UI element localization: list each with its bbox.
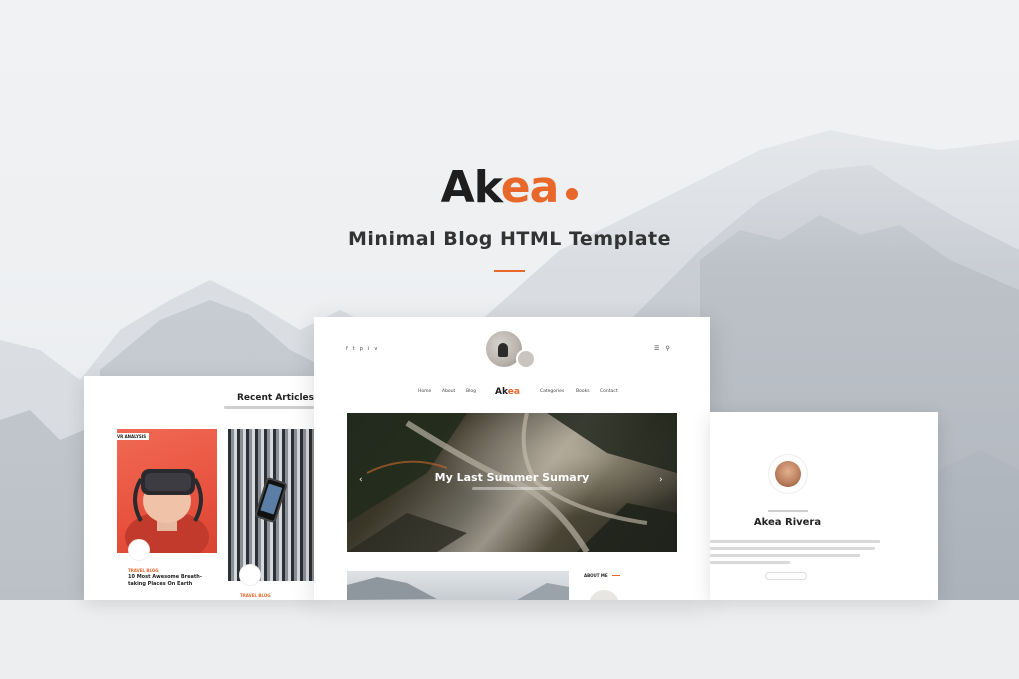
bio-line [710,554,860,557]
author-bio [710,540,880,568]
recent-articles-card: Recent Articles VR ANALYSIS TRAVEL BLOG … [84,376,320,600]
vr-illustration [125,469,209,553]
post-thumbnail[interactable] [347,571,569,600]
building-post-image[interactable] [228,429,316,581]
brand-dot [566,188,579,200]
header-icons: ☰ ⚲ [654,345,670,352]
facebook-icon[interactable]: f [346,346,348,352]
vr-post-image[interactable] [117,429,217,553]
slider-subtitle [472,487,552,490]
brand-logo: Akea [0,162,1019,213]
brand-accent: ea [500,162,560,213]
nav-blog[interactable]: Blog [466,389,476,394]
search-icon[interactable]: ⚲ [665,345,669,352]
social-links: f t p i v [346,346,377,352]
recent-articles-subtitle [224,406,314,409]
instagram-icon[interactable]: i [368,346,369,352]
about-me-avatar [589,590,619,600]
phone-illustration [254,476,288,524]
snowy-mountain-thumb [347,577,569,600]
about-me-accent-line [612,575,620,576]
author-avatar [239,564,261,586]
author-card: Akea Rivera [710,412,938,600]
twitter-icon[interactable]: t [353,346,355,352]
bio-line [710,547,875,550]
tagline: Minimal Blog HTML Template [348,228,671,250]
main-nav: Home About Blog Akea Categories Books Co… [314,387,710,399]
bottom-strip [0,600,1019,679]
nav-categories[interactable]: Categories [540,389,564,394]
brand-prefix: Ak [440,162,502,213]
nav-logo[interactable]: Akea [495,387,520,397]
slider-next-arrow[interactable]: › [659,475,663,485]
nav-logo-prefix: Ak [495,387,508,397]
post-badge: VR ANALYSIS [114,433,150,440]
recent-articles-heading: Recent Articles [237,393,314,403]
post-category[interactable]: TRAVEL BLOG [240,593,271,598]
post-title[interactable]: 10 Most Awesome Breath- taking Places On… [128,574,206,588]
read-more-button[interactable] [765,572,807,580]
author-avatar [128,539,150,561]
featured-slider[interactable]: ‹ My Last Summer Sumary › [347,413,677,552]
bio-line [710,540,880,543]
nav-home[interactable]: Home [418,389,431,394]
nav-logo-accent: ea [507,387,520,397]
nav-contact[interactable]: Contact [600,389,618,394]
accent-divider [494,270,525,272]
author-meta [768,510,808,512]
blog-homepage-card: f t p i v ☰ ⚲ Home About Blog Akea Categ… [314,317,710,600]
profile-photo-secondary [516,349,536,369]
post-category[interactable]: TRAVEL BLOG [128,568,159,573]
about-me-label: ABOUT ME [584,573,608,578]
bio-line [710,561,790,564]
menu-icon[interactable]: ☰ [654,345,659,352]
pinterest-icon[interactable]: p [360,346,363,352]
slider-title[interactable]: My Last Summer Sumary [347,471,677,484]
vimeo-icon[interactable]: v [374,346,377,352]
nav-about[interactable]: About [442,389,455,394]
author-name: Akea Rivera [753,517,822,528]
nav-books[interactable]: Books [576,389,590,394]
author-avatar [768,454,808,494]
